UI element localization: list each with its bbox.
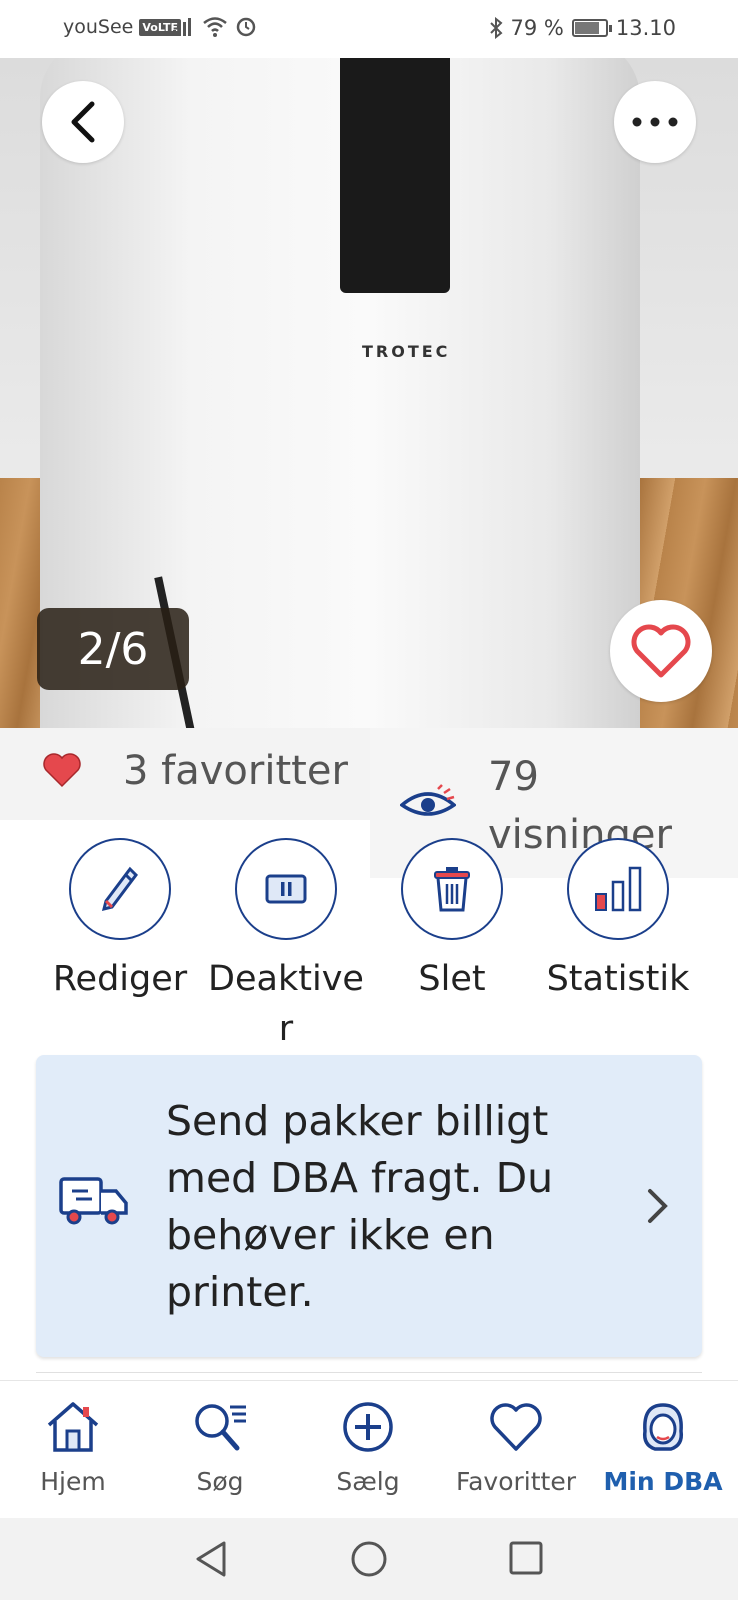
brand-logo: TROTEC	[362, 342, 451, 361]
system-navigation-bar	[0, 1518, 738, 1600]
delete-action[interactable]: Slet	[367, 838, 537, 1004]
nav-item-search[interactable]: Søg	[150, 1401, 290, 1496]
shipping-banner[interactable]: Send pakker billigt med DBA fragt. Du be…	[36, 1055, 702, 1357]
statistics-label: Statistik	[546, 959, 690, 999]
home-icon	[47, 1402, 99, 1452]
status-bar: youSee VoLTE 79 % 13.10	[0, 0, 738, 58]
image-counter: 2/6	[37, 608, 189, 690]
carrier-info: youSee VoLTE	[63, 16, 182, 38]
banner-text: Send pakker billigt med DBA fragt. Du be…	[166, 1097, 554, 1316]
status-icons	[172, 14, 258, 38]
trash-icon	[434, 867, 470, 912]
statistics-action[interactable]: Statistik	[533, 838, 703, 1004]
heart-icon	[490, 1403, 542, 1451]
nav-label-favorites: Favoritter	[456, 1467, 576, 1496]
battery-percent: 79 %	[510, 16, 564, 40]
nav-item-sell[interactable]: Sælg	[298, 1401, 438, 1496]
statistics-button[interactable]	[567, 838, 669, 940]
system-back-icon[interactable]	[194, 1540, 228, 1578]
profile-icon	[642, 1403, 684, 1451]
carrier-name: youSee	[63, 16, 134, 38]
nav-item-favorites[interactable]: Favoritter	[446, 1401, 586, 1496]
nav-label-sell: Sælg	[336, 1467, 400, 1496]
wifi-icon	[203, 17, 227, 37]
system-recents-icon[interactable]	[508, 1540, 544, 1576]
truck-icon	[59, 1177, 128, 1225]
arrow-left-icon	[71, 101, 95, 143]
delete-button[interactable]	[401, 838, 503, 940]
favorite-button[interactable]	[610, 600, 712, 702]
bar-chart-icon	[595, 866, 642, 912]
bottom-navigation: Hjem Søg Sælg Favoritter Min DBA	[0, 1380, 738, 1518]
pencil-icon	[101, 866, 138, 912]
signal-icon	[173, 18, 191, 36]
delete-label: Slet	[418, 959, 486, 999]
plus-circle-icon	[343, 1402, 393, 1452]
heart-filled-icon	[43, 753, 81, 788]
nav-label-my-dba: Min DBA	[603, 1467, 723, 1496]
status-right: 79 % 13.10	[489, 16, 676, 40]
nav-label-home: Hjem	[40, 1467, 106, 1496]
nav-label-search: Søg	[196, 1467, 244, 1496]
battery-icon	[571, 19, 612, 37]
pause-icon	[265, 874, 307, 904]
edit-action[interactable]: Rediger	[35, 838, 205, 1004]
more-options-button[interactable]	[614, 81, 696, 163]
system-home-icon[interactable]	[350, 1540, 388, 1578]
deactivate-button[interactable]	[235, 838, 337, 940]
favorites-count: 3 favoritter	[123, 748, 348, 794]
chevron-right-icon	[648, 1189, 668, 1223]
edit-button[interactable]	[69, 838, 171, 940]
back-button[interactable]	[42, 81, 124, 163]
heart-outline-icon	[631, 624, 691, 678]
edit-label: Rediger	[52, 959, 188, 999]
nav-item-home[interactable]: Hjem	[3, 1401, 143, 1496]
more-dots-icon	[632, 117, 678, 127]
search-icon	[195, 1404, 246, 1451]
deactivate-label: Deaktiver	[208, 959, 364, 1049]
clock: 13.10	[615, 16, 676, 40]
deactivate-action[interactable]: Deaktiver	[201, 838, 371, 1054]
alarm-icon	[236, 17, 256, 37]
nav-item-my-dba[interactable]: Min DBA	[593, 1401, 733, 1496]
views-number: 79	[488, 754, 539, 800]
bluetooth-icon	[489, 17, 503, 39]
eye-icon	[400, 784, 456, 816]
